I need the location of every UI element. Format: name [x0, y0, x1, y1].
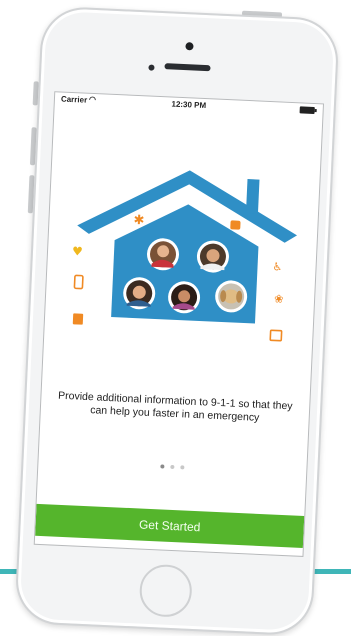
home-button[interactable]: [138, 563, 193, 618]
onboarding-caption: Provide additional information to 9-1-1 …: [57, 389, 293, 424]
battery-icon: [299, 106, 315, 115]
app-screen: Carrier ◠ 12:30 PM ✱ ♥ ♿ ❀ Provide addit…: [33, 91, 325, 557]
front-camera: [185, 42, 194, 51]
phone-mockup: Carrier ◠ 12:30 PM ✱ ♥ ♿ ❀ Provide addit…: [14, 5, 340, 636]
proximity-sensor: [148, 64, 155, 71]
cup-icon: [230, 220, 241, 230]
page-indicator[interactable]: [38, 459, 306, 475]
get-started-button[interactable]: Get Started: [35, 503, 305, 548]
paw-icon: ❀: [274, 292, 284, 305]
page-dot-1[interactable]: [160, 464, 165, 469]
wheelchair-icon: ♿: [272, 260, 282, 273]
page-dot-3[interactable]: [180, 465, 185, 470]
person-badge-icon: [269, 329, 283, 342]
heart-icon: ♥: [72, 244, 83, 258]
page-dot-2[interactable]: [170, 464, 175, 470]
phone-icon: [73, 274, 84, 290]
asterisk-icon: ✱: [133, 213, 145, 228]
phone-body: Carrier ◠ 12:30 PM ✱ ♥ ♿ ❀ Provide addit…: [14, 5, 340, 636]
status-time: 12:30 PM: [171, 99, 207, 111]
status-bar: Carrier ◠ 12:30 PM: [55, 92, 323, 118]
family-home-illustration: ✱ ♥ ♿ ❀: [72, 170, 298, 342]
house-chimney: [245, 179, 260, 214]
earpiece-speaker: [164, 63, 211, 72]
medical-kit-icon: [72, 313, 84, 325]
